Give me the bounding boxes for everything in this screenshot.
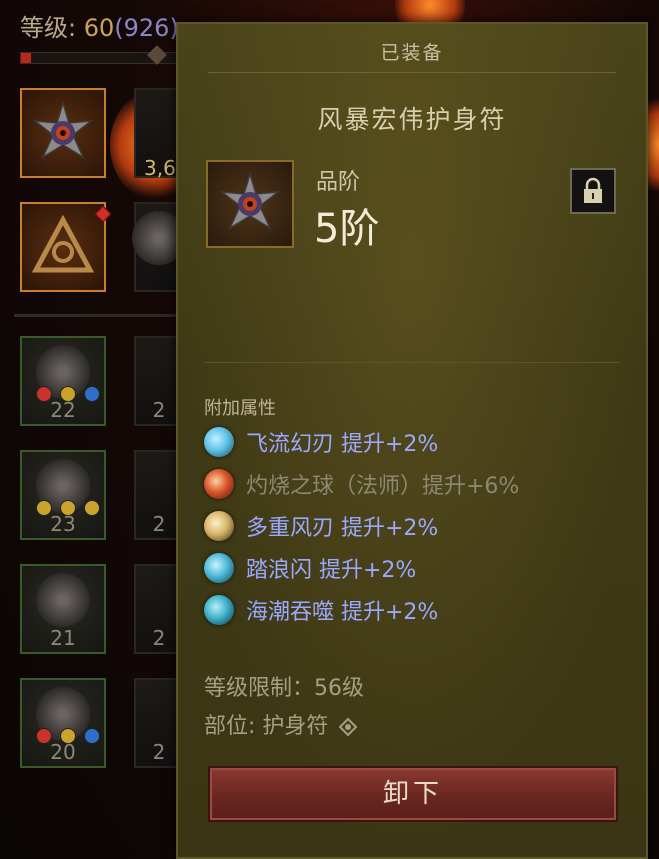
item-count: 20 (50, 740, 76, 764)
item-count: 22 (50, 398, 76, 422)
attribute-row: 多重风刃 提升+2% (204, 508, 438, 544)
attribute-text: 飞流幻刃 提升+2% (246, 432, 439, 457)
amulet-icon (32, 100, 94, 159)
item-count: 23 (50, 512, 76, 536)
grade-label: 品阶 (316, 170, 361, 195)
item-portrait (206, 160, 294, 248)
attribute-row: 飞流幻刃 提升+2% (204, 424, 438, 460)
attribute-row: 踏浪闪 提升+2% (204, 550, 416, 586)
tooltip-header: 已装备 (380, 42, 444, 64)
item-icon (36, 573, 90, 628)
skill-icon (204, 595, 234, 625)
inventory-slot[interactable]: 20 (20, 678, 106, 768)
level-value: 60 (83, 14, 115, 42)
inventory-slot[interactable]: 22 (20, 336, 106, 426)
item-tooltip: 已装备 风暴宏伟护身符 品阶 5阶 附加属性 飞流幻刃 提升+2% 灼烧之球（法… (176, 22, 648, 859)
lock-icon (584, 177, 602, 203)
attribute-text: 灼烧之球（法师）提升+6% (246, 474, 520, 499)
unequip-button[interactable]: 卸下 (208, 766, 618, 822)
level-requirement: 等级限制：56级 (204, 676, 364, 701)
sigil-icon (31, 214, 95, 273)
amulet-slot-icon (339, 718, 358, 736)
divider (208, 72, 616, 73)
equipped-amulet-slot[interactable] (20, 88, 106, 178)
xp-bar-fill (21, 53, 31, 63)
level-label: 等级: (20, 14, 84, 42)
item-count: 21 (50, 626, 76, 650)
skill-icon (204, 427, 234, 457)
player-level: 等级: 60(926) (20, 8, 179, 43)
attribute-text: 多重风刃 提升+2% (246, 516, 439, 541)
attribute-text: 海潮吞噬 提升+2% (246, 600, 439, 625)
divider (204, 362, 620, 363)
attribute-row: 灼烧之球（法师）提升+6% (204, 466, 519, 502)
skill-icon (204, 511, 234, 541)
paragon-value: (926) (114, 14, 179, 42)
lock-button[interactable] (570, 168, 616, 214)
attribute-text: 踏浪闪 提升+2% (246, 558, 417, 583)
attributes-title: 附加属性 (204, 398, 276, 419)
slot-type: 部位: 护身符 (204, 708, 358, 740)
inventory-slot[interactable]: 21 (20, 564, 106, 654)
sigil-slot[interactable] (20, 202, 106, 292)
divider (14, 314, 184, 317)
slot-type-label: 部位: 护身符 (204, 714, 329, 739)
grade-value: 5阶 (314, 206, 380, 252)
skill-icon (204, 469, 234, 499)
item-name: 风暴宏伟护身符 (317, 105, 507, 134)
skill-icon (204, 553, 234, 583)
inventory-slot[interactable]: 23 (20, 450, 106, 540)
attribute-row: 海潮吞噬 提升+2% (204, 592, 438, 628)
gold-amount-partial: 3,6 (144, 156, 176, 180)
amulet-icon (219, 171, 281, 230)
